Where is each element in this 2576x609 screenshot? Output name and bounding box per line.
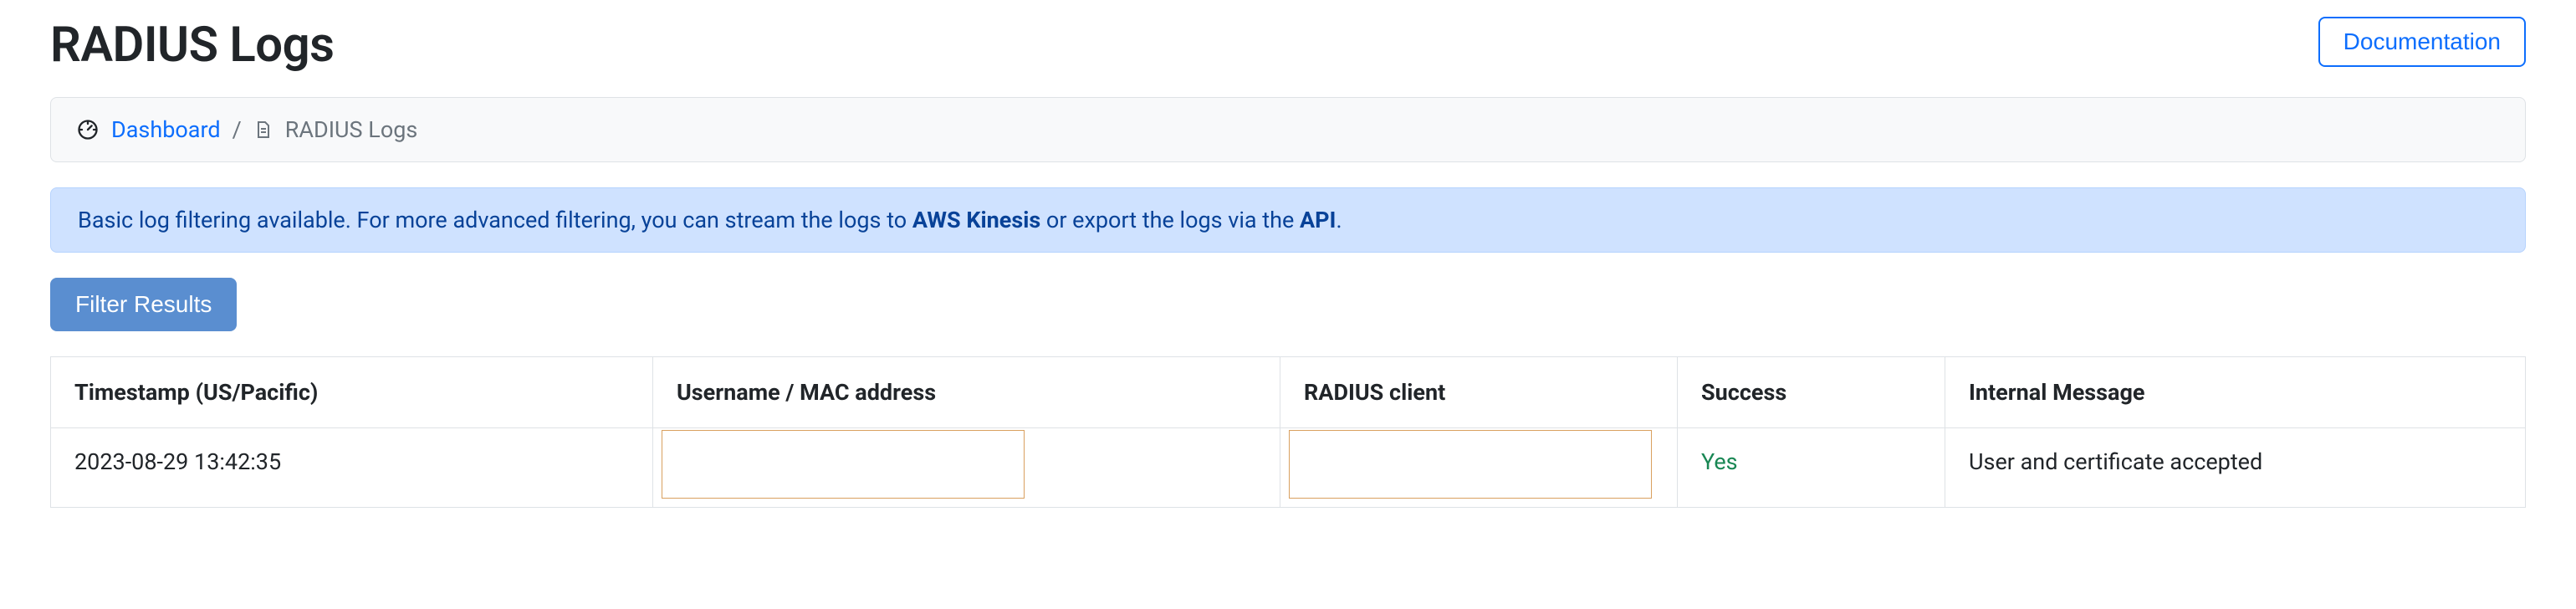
cell-username (653, 428, 1280, 508)
redacted-box (662, 430, 1025, 499)
cell-client (1280, 428, 1678, 508)
cell-timestamp: 2023-08-29 13:42:35 (51, 428, 653, 508)
logs-table: Timestamp (US/Pacific) Username / MAC ad… (50, 356, 2526, 508)
filter-results-button[interactable]: Filter Results (50, 278, 237, 331)
th-message: Internal Message (1945, 357, 2526, 428)
info-alert: Basic log filtering available. For more … (50, 187, 2526, 253)
cell-success: Yes (1678, 428, 1945, 508)
table-row: 2023-08-29 13:42:35 Yes User and certifi… (51, 428, 2526, 508)
breadcrumb: Dashboard / RADIUS Logs (50, 97, 2526, 162)
documentation-button[interactable]: Documentation (2318, 17, 2526, 67)
logs-table-container: Timestamp (US/Pacific) Username / MAC ad… (50, 356, 2526, 508)
alert-strong-api: API (1300, 207, 1336, 233)
th-timestamp: Timestamp (US/Pacific) (51, 357, 653, 428)
alert-strong-kinesis: AWS Kinesis (912, 207, 1040, 233)
success-label: Yes (1701, 448, 1738, 475)
redacted-box (1289, 430, 1652, 499)
page-title: RADIUS Logs (50, 17, 334, 74)
alert-text-before: Basic log filtering available. For more … (78, 207, 912, 233)
breadcrumb-current: RADIUS Logs (285, 116, 418, 143)
dashboard-icon (76, 118, 100, 141)
page-icon (253, 118, 273, 141)
breadcrumb-dashboard-link[interactable]: Dashboard (111, 116, 221, 143)
alert-text-mid: or export the logs via the (1040, 207, 1300, 233)
th-username: Username / MAC address (653, 357, 1280, 428)
breadcrumb-separator: / (233, 116, 242, 143)
alert-text-after: . (1336, 207, 1342, 233)
cell-message: User and certificate accepted (1945, 428, 2526, 508)
th-client: RADIUS client (1280, 357, 1678, 428)
th-success: Success (1678, 357, 1945, 428)
